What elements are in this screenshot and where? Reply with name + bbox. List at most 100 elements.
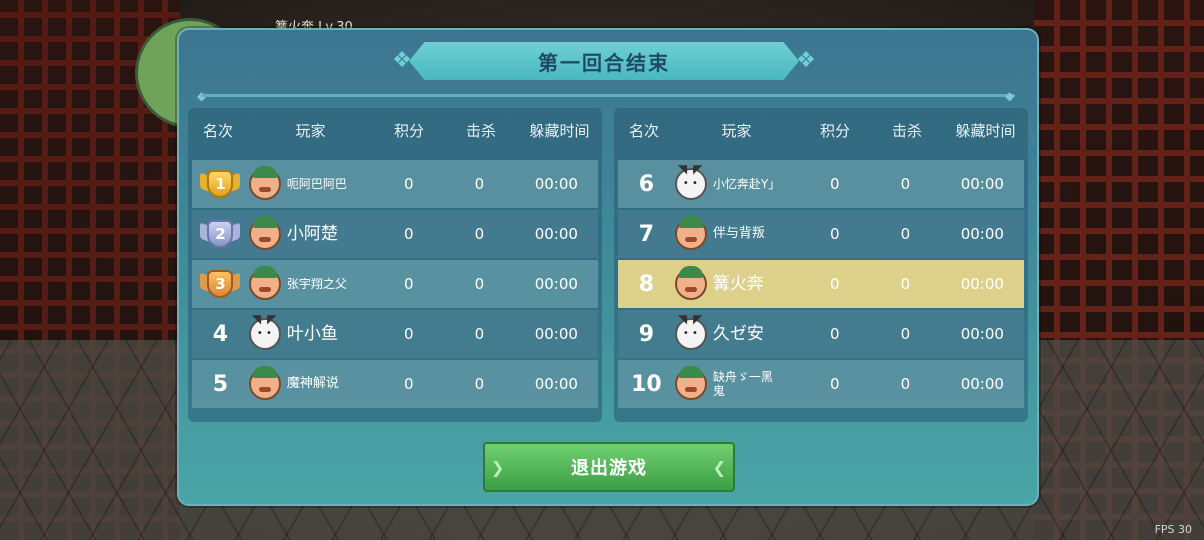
exit-game-label: 退出游戏 [571, 458, 647, 479]
table-row: 10 缺舟ゞ一黑鬼 0 0 00:00 [618, 360, 1024, 408]
rank-cell: 9 [618, 322, 675, 347]
score-value: 0 [403, 375, 414, 393]
cat-avatar-icon [248, 312, 282, 350]
rank-cell: 6 [618, 172, 675, 197]
player-cell: 小忆奔赴Y」 [674, 162, 800, 200]
score-value: 0 [829, 275, 840, 293]
player-name: 呃阿巴阿巴 [286, 177, 347, 191]
avatar-icon [674, 366, 707, 400]
kills-value: 0 [474, 175, 485, 193]
player-cell: 篝火奔 [674, 266, 800, 300]
header-player: 玩家 [721, 121, 752, 140]
player-name: 缺舟ゞ一黑鬼 [712, 370, 773, 398]
rank-cell: 7 [618, 222, 675, 247]
rank-number: 5 [212, 371, 229, 397]
header-player: 玩家 [295, 121, 326, 140]
fps-counter: FPS 30 [1154, 523, 1192, 536]
divider-ornament-right-icon: ◆ [1005, 89, 1015, 103]
bronze-medal-icon: 3 [200, 267, 241, 301]
table-row: 2 小阿楚 0 0 00:00 [192, 210, 598, 258]
player-cell: 伴与背叛 [674, 216, 800, 250]
hide-time-value: 00:00 [534, 375, 578, 393]
rank-cell: 10 [618, 372, 675, 397]
player-cell: 久ゼ安 [674, 312, 800, 350]
rank-cell: 2 [192, 217, 249, 251]
panel-title: 第一回合结束 [538, 50, 670, 75]
player-cell: 魔神解说 [248, 366, 374, 400]
hide-time-value: 00:00 [960, 225, 1004, 243]
player-name: 伴与背叛 [712, 226, 765, 241]
kills-value: 0 [900, 325, 911, 343]
hide-time-value: 00:00 [960, 325, 1004, 343]
kills-value: 0 [900, 275, 911, 293]
kills-value: 0 [474, 275, 485, 293]
player-name: 魔神解说 [286, 376, 339, 391]
cat-avatar-icon [674, 162, 708, 200]
score-value: 0 [403, 325, 414, 343]
score-value: 0 [829, 225, 840, 243]
kills-value: 0 [900, 375, 911, 393]
rank-cell: 3 [192, 267, 249, 301]
avatar-icon [248, 216, 281, 250]
rank-cell: 4 [192, 322, 249, 347]
avatar-icon [248, 166, 281, 200]
table-row: 5 魔神解说 0 0 00:00 [192, 360, 598, 408]
player-name: 叶小鱼 [286, 324, 338, 344]
hide-time-value: 00:00 [960, 175, 1004, 193]
kills-value: 0 [900, 175, 911, 193]
rank-cell: 8 [618, 272, 675, 297]
chevron-left-icon: ❮ [712, 458, 727, 477]
header-score: 积分 [393, 121, 424, 140]
table-row: 1 呃阿巴阿巴 0 0 00:00 [192, 160, 598, 208]
table-row-current-player: 8 篝火奔 0 0 00:00 [618, 260, 1024, 308]
header-score: 积分 [819, 121, 850, 140]
avatar-icon [674, 266, 707, 300]
ranking-table-left: 名次 玩家 积分 击杀 躲藏时间 1 呃阿巴阿巴 0 0 00:00 2 小阿楚… [188, 108, 602, 422]
header-kills: 击杀 [891, 121, 922, 140]
ranking-table-right: 名次 玩家 积分 击杀 躲藏时间 6 小忆奔赴Y」 0 0 00:00 7 [614, 108, 1028, 422]
score-value: 0 [403, 175, 414, 193]
silver-medal-icon: 2 [200, 217, 241, 251]
avatar-icon [248, 266, 281, 300]
hide-time-value: 00:00 [534, 175, 578, 193]
header-rank: 名次 [202, 121, 233, 140]
avatar-icon [674, 216, 707, 250]
header-kills: 击杀 [465, 121, 496, 140]
hide-time-value: 00:00 [534, 275, 578, 293]
rank-number: 10 [631, 371, 662, 397]
player-cell: 张宇翔之父 [248, 266, 374, 300]
player-name: 小忆奔赴Y」 [712, 177, 781, 191]
score-value: 0 [829, 375, 840, 393]
exit-game-button[interactable]: ❯ 退出游戏 ❮ [483, 442, 735, 492]
table-header: 名次 玩家 积分 击杀 躲藏时间 [188, 116, 602, 144]
table-row: 4 叶小鱼 0 0 00:00 [192, 310, 598, 358]
hide-time-value: 00:00 [960, 375, 1004, 393]
header-hide-time: 躲藏时间 [529, 121, 590, 140]
cat-avatar-icon [674, 312, 708, 350]
hide-time-value: 00:00 [960, 275, 1004, 293]
title-divider [201, 94, 1015, 97]
player-cell: 叶小鱼 [248, 312, 374, 350]
kills-value: 0 [474, 225, 485, 243]
title-ornament-right-icon: ❖ [796, 48, 816, 73]
round-results-panel: ❖ 第一回合结束 ❖ ◆ ◆ 名次 玩家 积分 击杀 躲藏时间 1 呃阿巴阿巴 … [177, 28, 1039, 506]
rank-cell: 5 [192, 372, 249, 397]
score-value: 0 [403, 275, 414, 293]
avatar-icon [248, 366, 281, 400]
header-rank: 名次 [628, 121, 659, 140]
player-cell: 缺舟ゞ一黑鬼 [674, 366, 800, 400]
table-row: 6 小忆奔赴Y」 0 0 00:00 [618, 160, 1024, 208]
rank-number: 4 [212, 321, 229, 347]
table-row: 3 张宇翔之父 0 0 00:00 [192, 260, 598, 308]
kills-value: 0 [474, 325, 485, 343]
table-header: 名次 玩家 积分 击杀 躲藏时间 [614, 116, 1028, 144]
rank-number: 8 [638, 271, 655, 297]
player-name: 久ゼ安 [712, 324, 764, 344]
title-ribbon: 第一回合结束 [409, 42, 799, 80]
score-value: 0 [829, 175, 840, 193]
score-value: 0 [403, 225, 414, 243]
player-name: 张宇翔之父 [286, 277, 347, 291]
player-cell: 呃阿巴阿巴 [248, 166, 374, 200]
score-value: 0 [829, 325, 840, 343]
kills-value: 0 [900, 225, 911, 243]
